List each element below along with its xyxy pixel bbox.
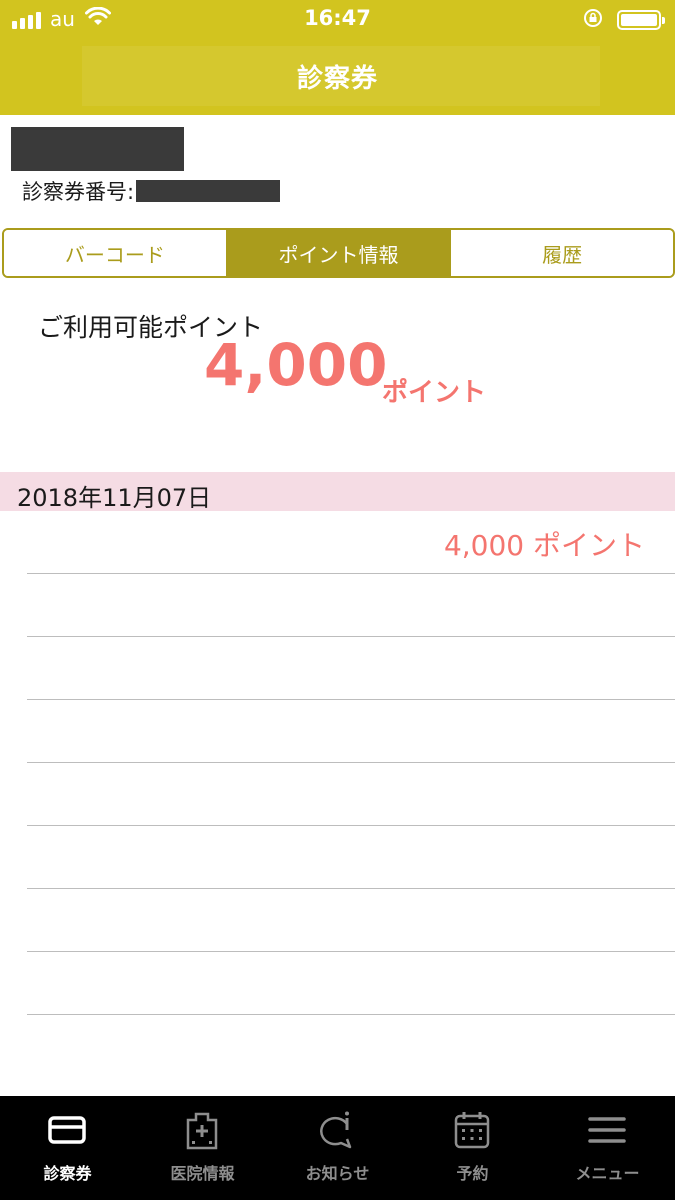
patient-name-redacted bbox=[11, 127, 184, 171]
status-right bbox=[583, 8, 665, 32]
status-bar: au 16:47 bbox=[0, 0, 675, 38]
bottom-tab-bar: 診察券 医院情報 お知らせ 予約 メニュー bbox=[0, 1096, 675, 1200]
list-row bbox=[27, 888, 675, 951]
page-title: 診察券 bbox=[296, 64, 378, 94]
list-row bbox=[27, 951, 675, 1014]
history-date-header: 2018年11月07日 bbox=[0, 472, 675, 512]
ticket-number-row: 診察券番号: bbox=[22, 177, 281, 205]
menu-icon bbox=[587, 1110, 627, 1150]
ticket-number-label: 診察券番号: bbox=[22, 180, 135, 204]
clinic-icon bbox=[182, 1110, 222, 1150]
tabbar-item-card[interactable]: 診察券 bbox=[0, 1096, 135, 1200]
available-points-unit: ポイント bbox=[382, 378, 487, 408]
list-row bbox=[27, 762, 675, 825]
list-row bbox=[27, 699, 675, 762]
header: au 16:47 診察券 bbox=[0, 0, 675, 115]
segmented-tabs: バーコード ポイント情報 履歴 bbox=[2, 228, 675, 278]
ticket-number-redacted bbox=[136, 180, 281, 202]
battery-icon bbox=[617, 10, 665, 30]
tabbar-label-card: 診察券 bbox=[43, 1164, 92, 1183]
tab-history[interactable]: 履歴 bbox=[449, 230, 673, 276]
list-row bbox=[27, 573, 675, 636]
orientation-lock-icon bbox=[583, 8, 603, 32]
notice-icon bbox=[317, 1110, 357, 1150]
tabbar-item-reservation[interactable]: 予約 bbox=[405, 1096, 540, 1200]
tab-point-info[interactable]: ポイント情報 bbox=[225, 230, 450, 276]
list-row bbox=[27, 636, 675, 699]
tabbar-label-reservation: 予約 bbox=[456, 1164, 489, 1183]
list-row bbox=[27, 1014, 675, 1077]
nav-bar: 診察券 bbox=[0, 38, 675, 115]
tabbar-label-clinic: 医院情報 bbox=[170, 1164, 235, 1183]
tabbar-label-menu: メニュー bbox=[575, 1164, 640, 1183]
calendar-icon bbox=[452, 1110, 492, 1150]
screen: au 16:47 診察券 診察券番号: バーコード ポイント情報 履歴 ご利用可… bbox=[0, 0, 675, 1200]
status-time: 16:47 bbox=[304, 6, 371, 30]
history-list bbox=[27, 573, 675, 1077]
available-points-value: 4,000 bbox=[204, 331, 388, 399]
card-icon bbox=[47, 1110, 87, 1150]
list-row bbox=[27, 825, 675, 888]
tabbar-item-menu[interactable]: メニュー bbox=[540, 1096, 675, 1200]
tabbar-item-clinic[interactable]: 医院情報 bbox=[135, 1096, 270, 1200]
history-amount: 4,000 ポイント bbox=[443, 529, 645, 562]
tabbar-item-notice[interactable]: お知らせ bbox=[270, 1096, 405, 1200]
tab-barcode[interactable]: バーコード bbox=[4, 230, 226, 276]
tabbar-label-notice: お知らせ bbox=[305, 1164, 370, 1183]
history-date: 2018年11月07日 bbox=[17, 484, 212, 512]
